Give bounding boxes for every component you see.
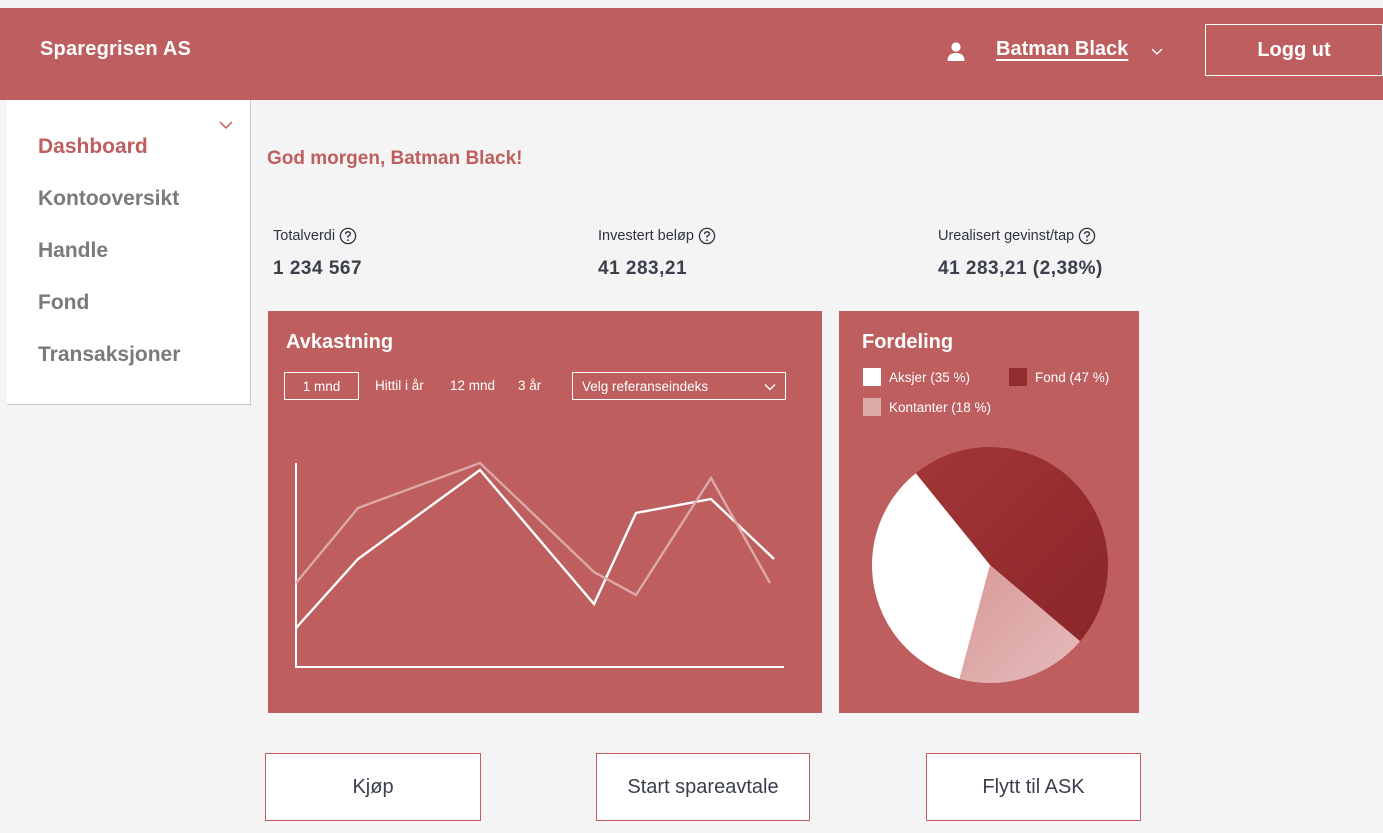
brand-logo[interactable]: Sparegrisen AS [40, 38, 191, 61]
legend-item-kontanter: Kontanter (18 %) [863, 398, 991, 416]
top-bar: Sparegrisen AS Batman Black Logg ut [0, 8, 1383, 100]
sidebar-item-transaksjoner[interactable]: Transaksjoner [38, 343, 180, 367]
sidebar-item-dashboard[interactable]: Dashboard [38, 135, 148, 159]
range-button-hittil[interactable]: Hittil i år [375, 378, 424, 393]
sidebar-item-fond[interactable]: Fond [38, 291, 89, 315]
page-title: God morgen, Batman Black! [267, 148, 523, 169]
distribution-panel: Fordeling Aksjer (35 %) Fond (47 %) Kont… [839, 311, 1139, 713]
move-to-ask-button[interactable]: Flytt til ASK [926, 753, 1141, 821]
help-icon[interactable] [339, 227, 357, 245]
legend-label: Aksjer (35 %) [889, 369, 971, 385]
sidebar-item-handle[interactable]: Handle [38, 239, 108, 263]
select-value: Velg referanseindeks [582, 378, 709, 394]
stat-label-urealisert: Urealisert gevinst/tap [938, 227, 1096, 245]
buy-button[interactable]: Kjøp [265, 753, 481, 821]
legend-label: Fond (47 %) [1035, 369, 1110, 385]
reference-index-select[interactable]: Velg referanseindeks [572, 372, 786, 400]
returns-line-chart [295, 461, 784, 668]
start-saving-button[interactable]: Start spareavtale [596, 753, 810, 821]
chevron-down-icon[interactable] [218, 120, 234, 130]
stat-value-urealisert: 41 283,21 (2,38%) [938, 258, 1103, 279]
stat-label-text: Investert beløp [598, 228, 694, 244]
legend-swatch [863, 368, 881, 386]
legend-item-fond: Fond (47 %) [1009, 368, 1109, 386]
help-icon[interactable] [698, 227, 716, 245]
user-icon [947, 42, 965, 61]
range-button-12-mnd[interactable]: 12 mnd [450, 378, 495, 393]
stat-label-totalverdi: Totalverdi [273, 227, 357, 245]
chart-axes [295, 463, 784, 668]
stat-value-investert: 41 283,21 [598, 258, 688, 279]
stat-value-totalverdi: 1 234 567 [273, 258, 363, 279]
legend-swatch [863, 398, 881, 416]
chevron-down-icon[interactable] [1150, 46, 1164, 56]
stat-label-investert: Investert beløp [598, 227, 716, 245]
range-button-1-mnd[interactable]: 1 mnd [284, 372, 359, 400]
legend-swatch [1009, 368, 1027, 386]
panel-title: Avkastning [286, 331, 394, 353]
logout-button[interactable]: Logg ut [1205, 24, 1383, 76]
legend-label: Kontanter (18 %) [889, 399, 992, 415]
stat-label-text: Totalverdi [273, 228, 336, 244]
stat-label-text: Urealisert gevinst/tap [938, 228, 1075, 244]
distribution-pie-chart [872, 447, 1108, 683]
panel-title: Fordeling [862, 331, 954, 353]
help-icon[interactable] [1078, 227, 1096, 245]
chevron-down-icon [764, 384, 776, 391]
sidebar-item-kontooversikt[interactable]: Kontooversikt [38, 187, 179, 211]
legend-item-aksjer: Aksjer (35 %) [863, 368, 970, 386]
user-menu[interactable]: Batman Black [996, 38, 1128, 61]
series-line-1 [295, 461, 772, 597]
returns-panel: Avkastning 1 mnd Hittil i år 12 mnd 3 år… [268, 311, 822, 713]
sidebar: Dashboard Kontooversikt Handle Fond Tran… [7, 100, 251, 405]
range-button-3-ar[interactable]: 3 år [518, 378, 541, 393]
